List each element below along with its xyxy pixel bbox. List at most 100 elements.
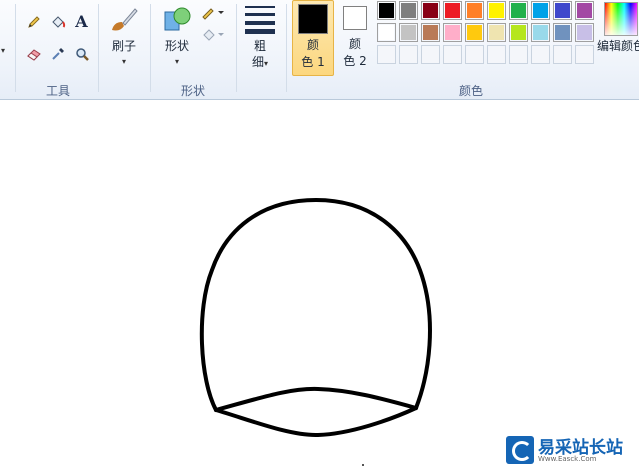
color-picker-icon[interactable] xyxy=(48,44,67,63)
text-tool-glyph: A xyxy=(75,12,88,31)
swatch-color xyxy=(511,25,526,40)
drawing-canvas[interactable] xyxy=(0,100,639,467)
palette-empty-slot[interactable] xyxy=(465,45,484,64)
pencil-icon[interactable] xyxy=(24,12,43,31)
shapes-label: 形状 xyxy=(164,39,189,53)
tools-group-label: 工具 xyxy=(45,84,70,98)
swatch-color xyxy=(467,25,482,40)
drawn-bottom-curve xyxy=(214,406,418,438)
palette-swatch[interactable] xyxy=(531,23,550,42)
eraser-icon[interactable] xyxy=(24,44,43,63)
drawn-dome-shape xyxy=(199,197,432,412)
palette-swatch[interactable] xyxy=(531,1,550,20)
fill-icon[interactable] xyxy=(200,24,226,43)
color-1-label-2: 色 1 xyxy=(301,55,325,69)
separator xyxy=(150,4,151,92)
edit-colors-label[interactable]: 编辑颜色 xyxy=(597,38,639,54)
swatch-color xyxy=(467,3,482,18)
shapes-icon xyxy=(164,7,191,31)
color-2-button[interactable]: 颜 色 2 xyxy=(338,0,374,76)
size-label-1: 粗 xyxy=(253,39,266,53)
brushes-dropdown-caret: ▾ xyxy=(121,57,126,66)
palette-swatch[interactable] xyxy=(399,1,418,20)
swatch-color xyxy=(379,3,394,18)
magnifier-icon[interactable] xyxy=(72,44,91,63)
colors-group-label: 颜色 xyxy=(458,84,483,98)
brush-icon xyxy=(112,8,138,31)
swatch-color xyxy=(577,25,592,40)
size-label-2-text: 细 xyxy=(251,55,264,69)
swatch-color xyxy=(401,3,416,18)
edit-colors-icon[interactable] xyxy=(604,2,638,36)
swatch-color xyxy=(423,3,438,18)
canvas-dot xyxy=(362,464,364,466)
palette-empty-slot[interactable] xyxy=(377,45,396,64)
palette-swatch[interactable] xyxy=(443,23,462,42)
shapes-dropdown-caret: ▾ xyxy=(174,57,179,66)
shapes-button[interactable]: 形状 ▾ xyxy=(158,2,196,72)
palette-swatch[interactable] xyxy=(399,23,418,42)
palette-empty-slot[interactable] xyxy=(575,45,594,64)
watermark-subtext: Www.Easck.Com xyxy=(538,455,597,463)
separator xyxy=(286,4,287,92)
ribbon: ▾ A 工具 刷子 ▾ 形状 ▾ 形状 粗 细▾ 颜 色 1 颜 色 2 编辑颜… xyxy=(0,0,639,100)
palette-empty-slot[interactable] xyxy=(487,45,506,64)
watermark: 易采站长站 Www.Easck.Com xyxy=(504,434,639,467)
palette-swatch[interactable] xyxy=(443,1,462,20)
palette-swatch[interactable] xyxy=(421,23,440,42)
palette-swatch[interactable] xyxy=(487,1,506,20)
palette-swatch[interactable] xyxy=(509,23,528,42)
color-2-label-2: 色 2 xyxy=(343,54,367,68)
separator xyxy=(236,4,237,92)
swatch-color xyxy=(401,25,416,40)
palette-empty-slot[interactable] xyxy=(553,45,572,64)
swatch-color xyxy=(445,3,460,18)
palette-empty-slot[interactable] xyxy=(531,45,550,64)
text-icon[interactable]: A xyxy=(72,12,91,31)
color-2-preview xyxy=(343,6,367,30)
palette-swatch[interactable] xyxy=(465,1,484,20)
brushes-button[interactable]: 刷子 ▾ xyxy=(106,2,142,72)
palette-swatch[interactable] xyxy=(509,1,528,20)
color-1-preview xyxy=(298,4,328,34)
swatch-color xyxy=(489,25,504,40)
separator xyxy=(98,4,99,92)
color-2-label-1: 颜 xyxy=(348,37,361,51)
fill-bucket-icon[interactable] xyxy=(48,12,67,31)
collapsed-group-caret[interactable]: ▾ xyxy=(1,46,5,55)
palette-swatch[interactable] xyxy=(553,23,572,42)
size-dropdown-caret: ▾ xyxy=(264,59,269,68)
swatch-color xyxy=(489,3,504,18)
swatch-color xyxy=(445,25,460,40)
palette-empty-slot[interactable] xyxy=(443,45,462,64)
swatch-color xyxy=(533,25,548,40)
size-label-2: 细▾ xyxy=(242,54,278,72)
palette-swatch[interactable] xyxy=(377,1,396,20)
swatch-color xyxy=(379,25,394,40)
swatch-color xyxy=(423,25,438,40)
line-width-icon xyxy=(245,6,275,34)
outline-icon[interactable] xyxy=(200,2,226,21)
palette-swatch[interactable] xyxy=(421,1,440,20)
palette-swatch[interactable] xyxy=(487,23,506,42)
watermark-logo xyxy=(506,436,534,464)
palette-swatch[interactable] xyxy=(553,1,572,20)
size-button[interactable]: 粗 细▾ xyxy=(242,2,278,72)
swatch-color xyxy=(577,3,592,18)
color-1-button[interactable]: 颜 色 1 xyxy=(292,0,334,76)
shapes-group-label: 形状 xyxy=(180,84,205,98)
palette-empty-slot[interactable] xyxy=(399,45,418,64)
swatch-color xyxy=(555,25,570,40)
drawn-top-curve xyxy=(214,386,418,412)
palette-swatch[interactable] xyxy=(377,23,396,42)
swatch-color xyxy=(511,3,526,18)
brushes-label: 刷子 xyxy=(111,39,136,53)
palette-empty-slot[interactable] xyxy=(509,45,528,64)
drawing-svg xyxy=(199,197,432,466)
palette-swatch[interactable] xyxy=(465,23,484,42)
palette-swatch[interactable] xyxy=(575,1,594,20)
palette-empty-slot[interactable] xyxy=(421,45,440,64)
swatch-color xyxy=(533,3,548,18)
palette-swatch[interactable] xyxy=(575,23,594,42)
separator xyxy=(15,4,16,92)
